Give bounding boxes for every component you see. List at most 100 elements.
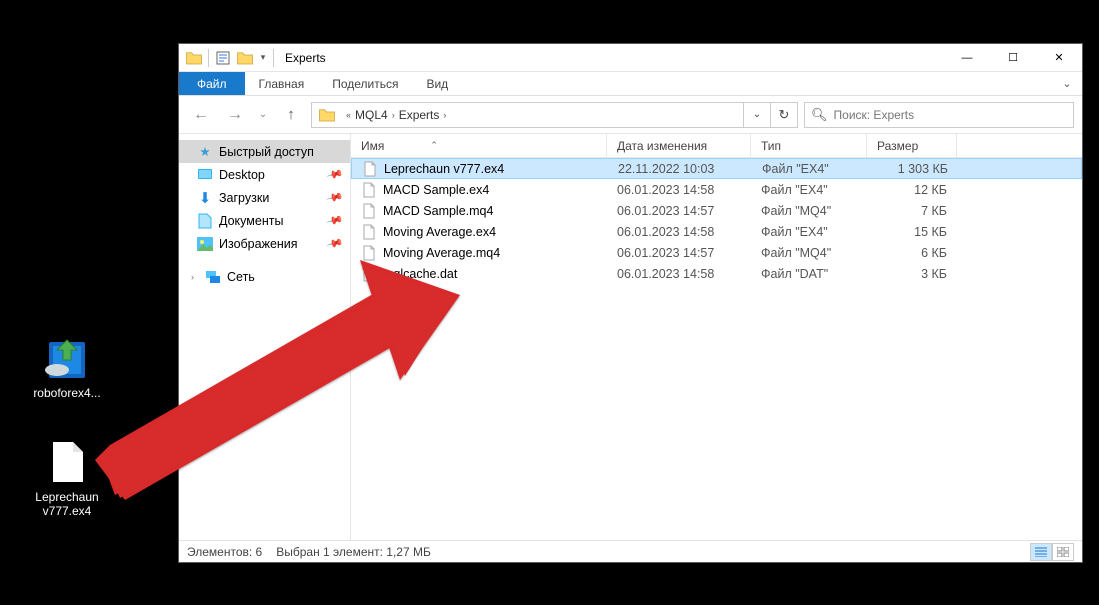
nav-label: Документы xyxy=(219,214,283,228)
qat-properties-icon[interactable] xyxy=(212,47,234,69)
file-name: Leprechaun v777.ex4 xyxy=(384,162,504,176)
nav-quick-access[interactable]: ★ Быстрый доступ xyxy=(179,140,350,163)
nav-network[interactable]: › Сеть xyxy=(179,265,350,288)
pin-icon: 📌 xyxy=(326,234,344,252)
quick-access-toolbar: ▾ xyxy=(179,47,281,69)
file-type: Файл "MQ4" xyxy=(751,204,867,218)
desktop-icon-leprechaun[interactable]: Leprechaun v777.ex4 xyxy=(27,438,107,518)
breadcrumb-segment[interactable]: Experts xyxy=(399,108,440,122)
file-icon xyxy=(43,438,91,486)
file-row[interactable]: Moving Average.mq4 06.01.2023 14:57 Файл… xyxy=(351,242,1082,263)
nav-label: Загрузки xyxy=(219,191,269,205)
file-type: Файл "EX4" xyxy=(752,162,868,176)
file-size: 1 303 КБ xyxy=(868,162,948,176)
file-type: Файл "DAT" xyxy=(751,267,867,281)
column-type[interactable]: Тип xyxy=(751,134,867,157)
installer-icon xyxy=(43,334,91,382)
ribbon-home-tab[interactable]: Главная xyxy=(245,72,319,95)
file-size: 6 КБ xyxy=(867,246,947,260)
pictures-icon xyxy=(197,236,213,252)
breadcrumb-prefix: « xyxy=(342,110,355,120)
column-date[interactable]: Дата изменения xyxy=(607,134,751,157)
sort-arrow-icon: ⌃ xyxy=(430,140,438,151)
nav-documents[interactable]: Документы 📌 xyxy=(179,209,350,232)
download-icon: ⬇ xyxy=(197,190,213,206)
nav-up-button[interactable]: ↑ xyxy=(277,101,305,129)
nav-history-button[interactable]: ⌄ xyxy=(255,101,271,129)
ribbon-view-tab[interactable]: Вид xyxy=(412,72,462,95)
file-type: Файл "MQ4" xyxy=(751,246,867,260)
nav-label: Desktop xyxy=(219,168,265,182)
pin-icon: 📌 xyxy=(326,165,344,183)
column-name[interactable]: Имя⌃ xyxy=(351,134,607,157)
file-row[interactable]: MACD Sample.ex4 06.01.2023 14:58 Файл "E… xyxy=(351,179,1082,200)
address-bar[interactable]: « MQL4 › Experts › xyxy=(311,102,744,128)
desktop-icon-roboforex[interactable]: roboforex4... xyxy=(27,334,107,400)
file-row[interactable]: mqlcache.dat 06.01.2023 14:58 Файл "DAT"… xyxy=(351,263,1082,284)
ribbon: Файл Главная Поделиться Вид ⌄ xyxy=(179,72,1082,96)
column-headers: Имя⌃ Дата изменения Тип Размер xyxy=(351,134,1082,158)
file-icon xyxy=(361,245,377,261)
pin-icon: 📌 xyxy=(326,188,344,206)
file-type: Файл "EX4" xyxy=(751,225,867,239)
file-type: Файл "EX4" xyxy=(751,183,867,197)
folder-icon xyxy=(183,47,205,69)
status-item-count: Элементов: 6 xyxy=(187,545,262,559)
view-details-button[interactable] xyxy=(1030,543,1052,561)
explorer-window: ▾ Experts — ☐ ✕ Файл Главная Поделиться … xyxy=(178,43,1083,563)
nav-forward-button[interactable]: → xyxy=(221,101,249,129)
star-icon: ★ xyxy=(197,144,213,160)
file-date: 06.01.2023 14:58 xyxy=(607,225,751,239)
nav-pictures[interactable]: Изображения 📌 xyxy=(179,232,350,255)
nav-label: Сеть xyxy=(227,270,255,284)
search-input[interactable]: 🔍︎ Поиск: Experts xyxy=(804,102,1074,128)
chevron-right-icon: › xyxy=(191,272,199,282)
window-title: Experts xyxy=(281,51,944,65)
breadcrumb-segment[interactable]: MQL4 xyxy=(355,108,388,122)
file-row[interactable]: Moving Average.ex4 06.01.2023 14:58 Файл… xyxy=(351,221,1082,242)
window-close-button[interactable]: ✕ xyxy=(1036,44,1082,72)
file-date: 06.01.2023 14:57 xyxy=(607,246,751,260)
file-icon xyxy=(361,266,377,282)
chevron-right-icon: › xyxy=(388,110,399,120)
title-bar: ▾ Experts — ☐ ✕ xyxy=(179,44,1082,72)
ribbon-expand-icon[interactable]: ⌄ xyxy=(1052,72,1082,95)
file-icon xyxy=(361,203,377,219)
desktop-icon-label: roboforex4... xyxy=(27,386,107,400)
file-row[interactable]: MACD Sample.mq4 06.01.2023 14:57 Файл "M… xyxy=(351,200,1082,221)
status-bar: Элементов: 6 Выбран 1 элемент: 1,27 МБ xyxy=(179,540,1082,562)
file-row[interactable]: Leprechaun v777.ex4 22.11.2022 10:03 Фай… xyxy=(351,158,1082,179)
nav-back-button[interactable]: ← xyxy=(187,101,215,129)
address-dropdown-icon[interactable]: ⌄ xyxy=(744,103,770,127)
status-selection: Выбран 1 элемент: 1,27 МБ xyxy=(276,545,431,559)
refresh-icon[interactable]: ↻ xyxy=(771,103,797,127)
qat-customize-icon[interactable]: ▾ xyxy=(256,47,270,69)
search-placeholder: Поиск: Experts xyxy=(834,108,915,122)
file-name: mqlcache.dat xyxy=(383,267,457,281)
desktop-icon-label: Leprechaun v777.ex4 xyxy=(27,490,107,518)
view-large-icons-button[interactable] xyxy=(1052,543,1074,561)
ribbon-file-tab[interactable]: Файл xyxy=(179,72,245,95)
file-date: 06.01.2023 14:58 xyxy=(607,183,751,197)
nav-downloads[interactable]: ⬇ Загрузки 📌 xyxy=(179,186,350,209)
nav-desktop[interactable]: Desktop 📌 xyxy=(179,163,350,186)
file-name: MACD Sample.mq4 xyxy=(383,204,493,218)
column-size[interactable]: Размер xyxy=(867,134,957,157)
desktop-icon xyxy=(197,167,213,183)
file-icon xyxy=(361,182,377,198)
file-size: 15 КБ xyxy=(867,225,947,239)
ribbon-share-tab[interactable]: Поделиться xyxy=(318,72,412,95)
window-maximize-button[interactable]: ☐ xyxy=(990,44,1036,72)
file-date: 06.01.2023 14:57 xyxy=(607,204,751,218)
file-list: Имя⌃ Дата изменения Тип Размер Leprechau… xyxy=(351,134,1082,540)
search-icon: 🔍︎ xyxy=(811,107,828,123)
file-name: MACD Sample.ex4 xyxy=(383,183,489,197)
window-minimize-button[interactable]: — xyxy=(944,44,990,72)
qat-new-folder-icon[interactable] xyxy=(234,47,256,69)
document-icon xyxy=(197,213,213,229)
folder-icon xyxy=(312,103,342,127)
chevron-right-icon: › xyxy=(439,110,450,120)
nav-label: Быстрый доступ xyxy=(219,145,314,159)
file-name: Moving Average.mq4 xyxy=(383,246,500,260)
file-size: 12 КБ xyxy=(867,183,947,197)
